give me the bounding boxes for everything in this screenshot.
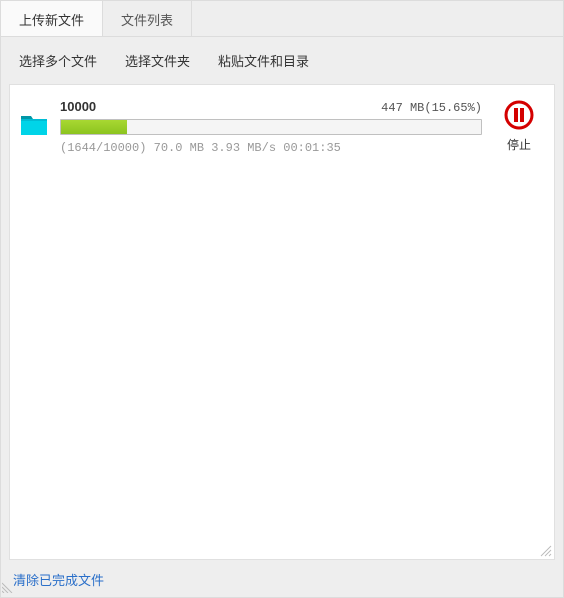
- upload-details: 10000 447 MB(15.65%) (1644/10000) 70.0 M…: [60, 99, 482, 155]
- upload-name: 10000: [60, 99, 96, 114]
- tab-upload-new[interactable]: 上传新文件: [1, 1, 103, 36]
- content-resize-handle[interactable]: [538, 543, 552, 557]
- dialog-resize-handle[interactable]: [2, 581, 14, 596]
- pause-icon: [503, 99, 535, 131]
- progress-fill: [61, 120, 127, 134]
- footer: 清除已完成文件: [1, 560, 563, 597]
- folder-icon: [20, 113, 48, 137]
- toolbar: 选择多个文件 选择文件夹 粘贴文件和目录: [1, 37, 563, 84]
- select-multiple-files-button[interactable]: 选择多个文件: [19, 51, 97, 70]
- tab-file-list[interactable]: 文件列表: [103, 1, 192, 36]
- upload-actions: 停止: [494, 99, 544, 153]
- upload-size-text: 447 MB(15.65%): [381, 101, 482, 115]
- tab-bar: 上传新文件 文件列表: [1, 1, 563, 37]
- select-folder-button[interactable]: 选择文件夹: [125, 51, 190, 70]
- paste-paths-button[interactable]: 粘贴文件和目录: [218, 51, 309, 70]
- pause-label: 停止: [494, 136, 544, 153]
- upload-stats: (1644/10000) 70.0 MB 3.93 MB/s 00:01:35: [60, 141, 482, 155]
- progress-bar: [60, 119, 482, 135]
- clear-completed-link[interactable]: 清除已完成文件: [13, 573, 104, 588]
- upload-list: 10000 447 MB(15.65%) (1644/10000) 70.0 M…: [9, 84, 555, 560]
- upload-item: 10000 447 MB(15.65%) (1644/10000) 70.0 M…: [10, 85, 554, 169]
- upload-dialog: 上传新文件 文件列表 选择多个文件 选择文件夹 粘贴文件和目录 10000 44…: [0, 0, 564, 598]
- pause-button[interactable]: [503, 99, 535, 134]
